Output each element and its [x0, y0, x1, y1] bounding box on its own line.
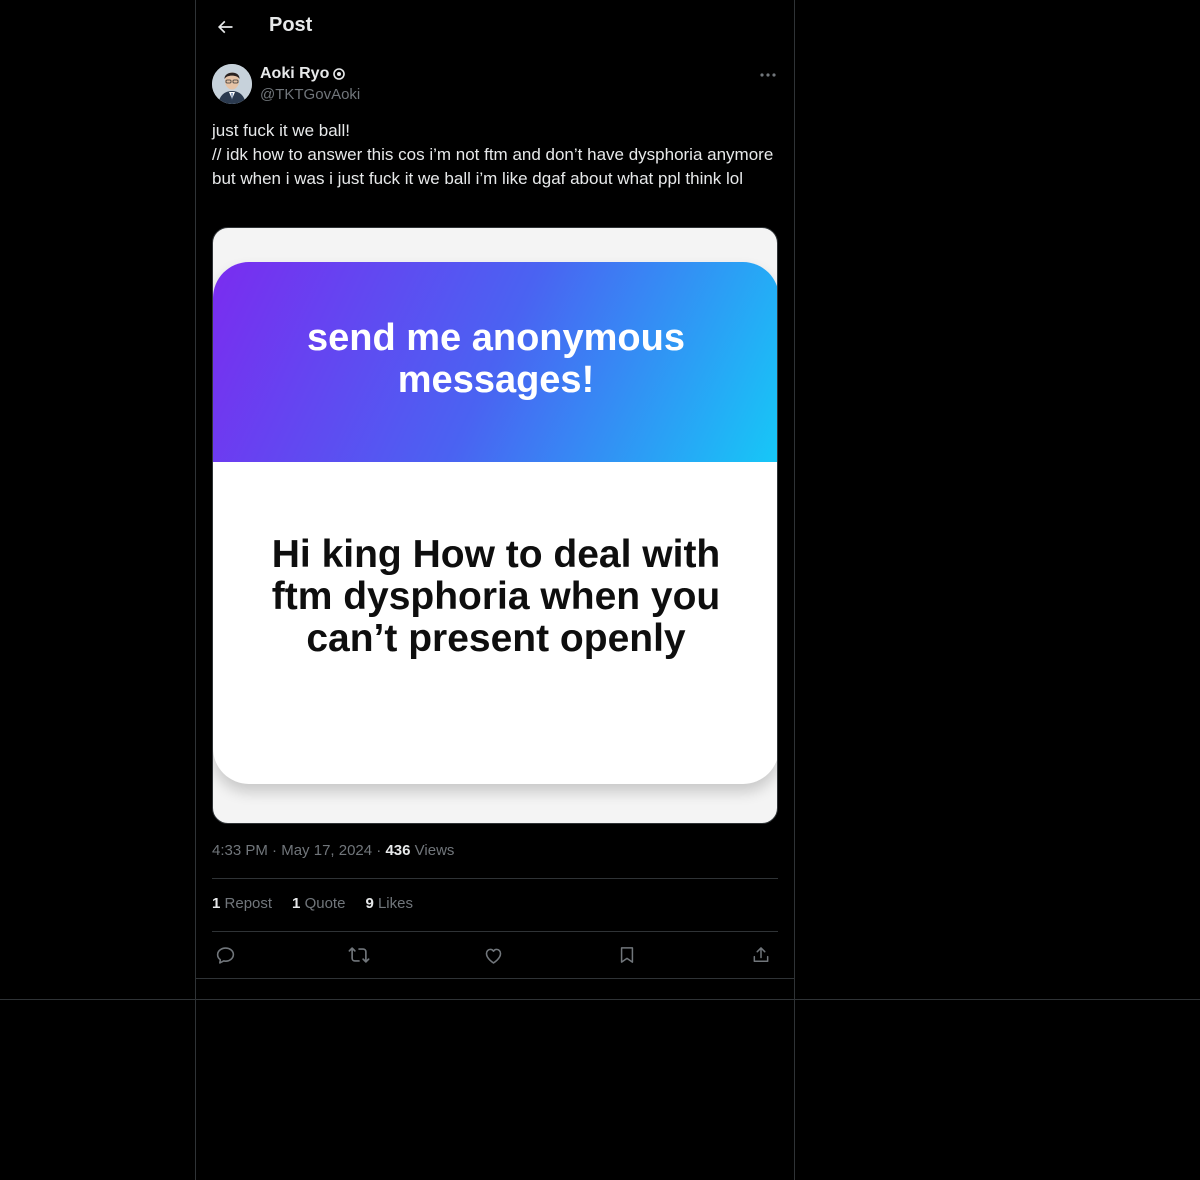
- repost-button[interactable]: [346, 942, 372, 968]
- like-icon: [485, 948, 501, 964]
- arrow-left-icon: [217, 20, 233, 34]
- quotes-label: Quote: [304, 895, 346, 912]
- divider: [212, 878, 778, 879]
- author-name-label: Aoki Ryo: [260, 65, 330, 82]
- post-date[interactable]: May 17, 2024: [281, 842, 372, 859]
- post-metadata: 4:33 PM · May 17, 2024 · 436 Views: [212, 842, 455, 859]
- reply-icon: [216, 946, 234, 964]
- like-button[interactable]: [480, 942, 506, 968]
- quotes-stat[interactable]: 1 Quote: [292, 895, 345, 912]
- page-title: Post: [269, 14, 313, 36]
- author-name[interactable]: Aoki Ryo: [260, 65, 346, 83]
- post-image[interactable]: send me anonymous messages! Hi king How …: [212, 227, 778, 824]
- ngl-banner-text: send me anonymous messages!: [307, 317, 685, 401]
- divider: [212, 931, 778, 932]
- quotes-count: 1: [292, 895, 301, 912]
- affiliate-badge-icon: [333, 68, 346, 80]
- ngl-banner: send me anonymous messages!: [213, 262, 777, 462]
- share-icon: [753, 947, 769, 962]
- action-bar: [212, 942, 778, 968]
- views-label: Views: [414, 842, 455, 859]
- reposts-label: Repost: [224, 895, 273, 912]
- share-button[interactable]: [748, 942, 774, 968]
- post-time[interactable]: 4:33 PM: [212, 842, 268, 859]
- reply-button[interactable]: [212, 942, 238, 968]
- avatar[interactable]: [212, 64, 252, 104]
- bookmark-icon: [620, 947, 634, 963]
- divider: [196, 978, 794, 979]
- views-count: 436: [385, 842, 411, 859]
- ngl-question-text: Hi king How to deal with ftm dysphoria w…: [271, 533, 721, 660]
- bookmark-button[interactable]: [614, 942, 640, 968]
- more-options-button[interactable]: [756, 64, 780, 86]
- post-column: Post Aoki Ryo @TKTGovAoki just fuck it w…: [195, 0, 795, 1180]
- back-button[interactable]: [208, 10, 242, 44]
- post-text: just fuck it we ball! // idk how to answ…: [212, 121, 774, 188]
- engagement-stats: 1 Repost 1 Quote 9 Likes: [212, 895, 413, 912]
- likes-label: Likes: [377, 895, 413, 912]
- reposts-stat[interactable]: 1 Repost: [212, 895, 272, 912]
- author-handle[interactable]: @TKTGovAoki: [260, 86, 360, 103]
- likes-stat[interactable]: 9 Likes: [365, 895, 413, 912]
- repost-icon: [348, 947, 370, 963]
- more-horizontal-icon: [760, 73, 776, 77]
- reposts-count: 1: [212, 895, 221, 912]
- likes-count: 9: [365, 895, 374, 912]
- ngl-card: send me anonymous messages! Hi king How …: [213, 262, 777, 784]
- post-header: Post: [196, 0, 794, 54]
- avatar-image: [212, 64, 252, 104]
